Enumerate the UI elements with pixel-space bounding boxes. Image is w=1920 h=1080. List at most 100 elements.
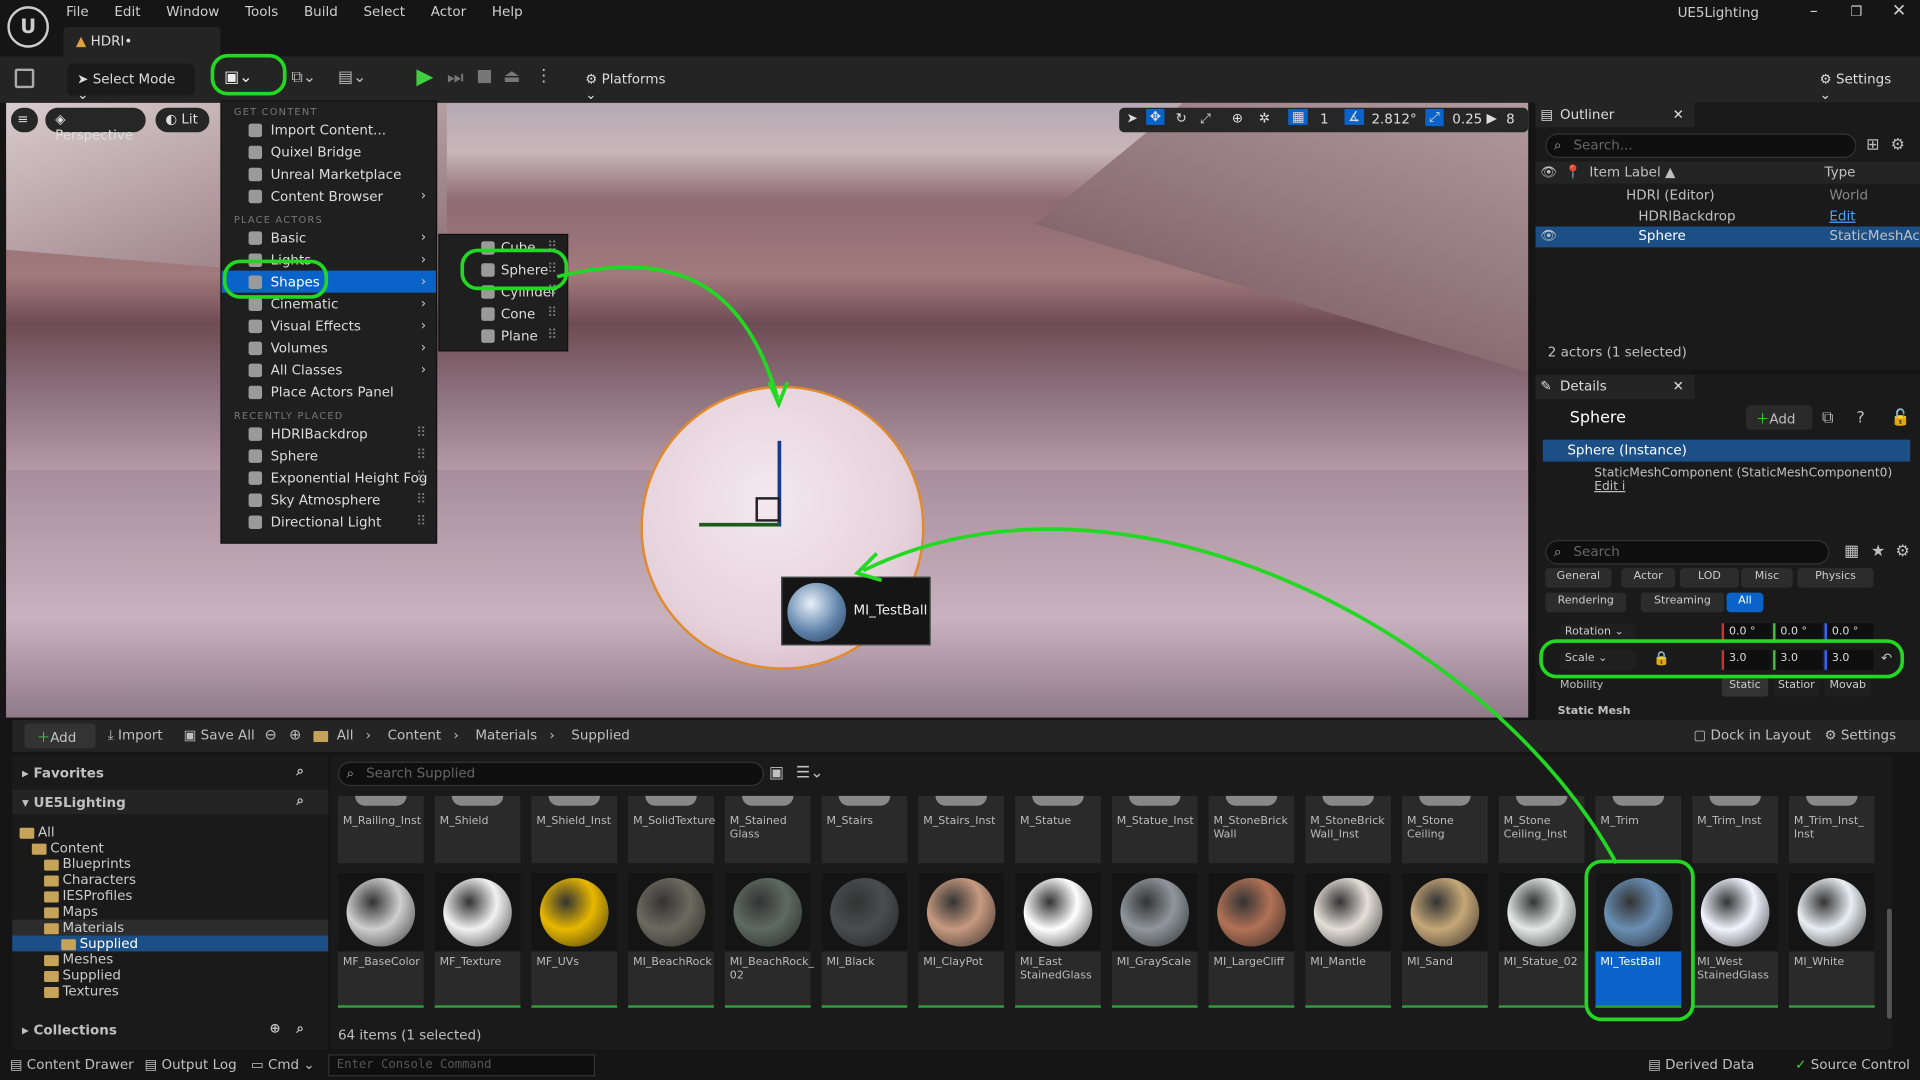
help-icon[interactable]: ? <box>1856 409 1864 427</box>
col-item-label[interactable]: Item Label ▲ <box>1589 164 1675 180</box>
menu-item-exponential-height-fog[interactable]: Exponential Height Fog ⠿ <box>222 467 436 489</box>
folder-maps[interactable]: Maps <box>12 904 328 920</box>
menu-actor[interactable]: Actor <box>419 1 480 23</box>
asset-tile-mi-mantle[interactable]: MI_Mantle <box>1305 873 1392 1008</box>
platforms-button[interactable]: ⚙ Platforms ⌄ <box>576 64 684 103</box>
outliner-search[interactable]: ⌕ Search... <box>1545 133 1857 158</box>
asset-search[interactable]: ⌕ Search Supplied <box>337 761 765 787</box>
filter-misc[interactable]: Misc <box>1741 568 1793 588</box>
details-tab[interactable]: ✎ Details ✕ <box>1535 374 1695 400</box>
visibility-icon[interactable]: 👁 <box>1540 164 1557 180</box>
filter-lod[interactable]: LOD <box>1680 568 1739 588</box>
asset-tile[interactable]: M_Statue <box>1015 795 1101 864</box>
asset-tile-mi-beachrock-02[interactable]: MI_BeachRock_ 02 <box>724 873 814 1008</box>
dock-button[interactable]: ▢ Dock in Layout <box>1693 727 1810 743</box>
drag-handle-icon[interactable]: ⠿ <box>547 327 557 343</box>
asset-scrollbar[interactable] <box>1886 908 1892 1019</box>
camera-speed-icon[interactable]: ▶ <box>1487 110 1497 126</box>
asset-tile-mf-texture[interactable]: MF_Texture <box>434 873 521 1008</box>
asset-tile-mi-east-stainedglass[interactable]: MI_East StainedGlass <box>1015 873 1101 1008</box>
asset-tile[interactable]: M_Stone Ceiling <box>1402 795 1488 864</box>
save-search-icon[interactable]: ▣ <box>769 764 784 782</box>
angle-snap-value[interactable]: 2.812° <box>1371 111 1416 127</box>
filter-icon[interactable]: ☰⌄ <box>796 764 824 782</box>
scale-snap-icon[interactable]: ⤢ <box>1425 108 1444 127</box>
maximize-icon[interactable]: ❐ <box>1850 4 1862 20</box>
folder-meshes[interactable]: Meshes <box>12 951 328 967</box>
menu-item-sky-atmosphere[interactable]: Sky Atmosphere ⠿ <box>222 489 436 511</box>
console-input[interactable]: Enter Console Command <box>328 1054 596 1077</box>
visibility-icon[interactable]: 👁 <box>1540 228 1557 244</box>
outliner-row-selected[interactable]: 👁 Sphere StaticMeshActo <box>1535 226 1920 248</box>
cb-add-button[interactable]: ＋Add <box>24 723 96 749</box>
breadcrumb-supplied[interactable]: Supplied <box>571 727 630 743</box>
menu-window[interactable]: Window <box>154 1 233 23</box>
menu-item-place-actors-panel[interactable]: Place Actors Panel <box>222 381 436 403</box>
asset-tile-mi-sand[interactable]: MI_Sand <box>1402 873 1488 1008</box>
menu-item-unreal-marketplace[interactable]: Unreal Marketplace <box>222 163 436 185</box>
blueprint-button[interactable]: ⧉⌄ <box>291 69 316 87</box>
asset-tile[interactable]: M_Trim_Inst_ Inst <box>1788 795 1875 864</box>
favorites-header[interactable]: ▸ Favorites ⌕ <box>12 760 328 784</box>
eject-icon[interactable]: ⏏ <box>503 65 520 87</box>
derived-data-button[interactable]: ▤ Derived Data <box>1648 1057 1754 1073</box>
asset-tile[interactable]: M_Railing_Inst <box>337 795 424 864</box>
mobility-stationary[interactable]: Statior <box>1773 677 1820 697</box>
menu-item-plane[interactable]: Plane ⠿ <box>440 324 567 346</box>
menu-item-sphere[interactable]: Sphere ⠿ <box>222 444 436 466</box>
menu-item-visual-effects[interactable]: Visual Effects › <box>222 315 436 337</box>
lock-icon[interactable]: 🔓 <box>1891 409 1911 427</box>
asset-tile[interactable]: M_Shield <box>434 795 521 864</box>
save-icon[interactable] <box>14 68 35 89</box>
world-icon[interactable]: ⊕ <box>1232 110 1243 126</box>
angle-snap-icon[interactable]: ∡ <box>1344 108 1364 125</box>
asset-tile-mi-statue-02[interactable]: MI_Statue_02 <box>1498 873 1585 1008</box>
filter-physics[interactable]: Physics <box>1797 568 1874 588</box>
output-log-button[interactable]: ▤ Output Log <box>144 1057 236 1073</box>
unreal-logo-icon[interactable]: U <box>7 6 49 48</box>
asset-tile[interactable]: M_Stairs_Inst <box>918 795 1005 864</box>
asset-tile[interactable]: M_Stone Ceiling_Inst <box>1498 795 1585 864</box>
asset-tile-mi-claypot[interactable]: MI_ClayPot <box>918 873 1005 1008</box>
asset-tile[interactable]: M_Stairs <box>821 795 908 864</box>
asset-tile-mi-black[interactable]: MI_Black <box>821 873 908 1008</box>
breadcrumb-content[interactable]: Content <box>388 727 442 743</box>
breadcrumb-materials[interactable]: Materials <box>475 727 537 743</box>
menu-item-volumes[interactable]: Volumes › <box>222 337 436 359</box>
select-tool-icon[interactable]: ➤ <box>1127 110 1138 126</box>
asset-tile-mi-west-stainedglass[interactable]: MI_West StainedGlass <box>1692 873 1778 1008</box>
details-search[interactable]: ⌕ Search <box>1545 540 1830 565</box>
static-mesh-section[interactable]: Static Mesh <box>1558 705 1631 717</box>
cb-settings-button[interactable]: ⚙ Settings <box>1825 727 1897 743</box>
surface-snap-icon[interactable]: ✲ <box>1259 110 1270 126</box>
grid-size[interactable]: 1 <box>1320 111 1329 127</box>
select-mode-button[interactable]: ➤ Select Mode ⌄ <box>67 63 195 103</box>
menu-item-quixel-bridge[interactable]: Quixel Bridge <box>222 141 436 163</box>
level-tab[interactable]: ▲ HDRI• <box>63 26 221 57</box>
drag-handle-icon[interactable]: ⠿ <box>416 425 426 441</box>
menu-build[interactable]: Build <box>292 1 352 23</box>
stop-icon[interactable]: ■ <box>476 66 492 86</box>
menu-select[interactable]: Select <box>351 1 418 23</box>
component-edit-link[interactable]: Edit i <box>1594 480 1625 493</box>
folder-all[interactable]: All <box>12 824 328 840</box>
filter-rendering[interactable]: Rendering <box>1545 592 1627 613</box>
drag-handle-icon[interactable]: ⠿ <box>547 305 557 321</box>
drag-handle-icon[interactable]: ⠿ <box>416 469 426 485</box>
asset-tile[interactable]: M_Trim_Inst <box>1692 795 1778 864</box>
menu-item-import-content[interactable]: Import Content... <box>222 119 436 141</box>
filter-streaming[interactable]: Streaming <box>1640 592 1725 613</box>
asset-tile-mi-largecliff[interactable]: MI_LargeCliff <box>1208 873 1295 1008</box>
add-collection-icon[interactable]: ⊕ <box>269 1020 280 1036</box>
scale-tool-icon[interactable]: ⤢ <box>1200 110 1211 127</box>
translate-tool-icon[interactable]: ✥ <box>1146 108 1165 125</box>
asset-tile-mi-white[interactable]: MI_White <box>1788 873 1875 1008</box>
back-icon[interactable]: ⊖ <box>264 726 276 743</box>
search-icon[interactable]: ⌕ <box>296 763 304 780</box>
asset-tile[interactable]: M_Stained Glass <box>724 795 811 864</box>
asset-tile[interactable]: M_Trim <box>1595 795 1682 864</box>
minimize-icon[interactable]: – <box>1810 2 1818 20</box>
search-icon[interactable]: ⌕ <box>296 792 304 809</box>
menu-edit[interactable]: Edit <box>102 1 154 23</box>
gizmo-center[interactable] <box>755 497 781 522</box>
